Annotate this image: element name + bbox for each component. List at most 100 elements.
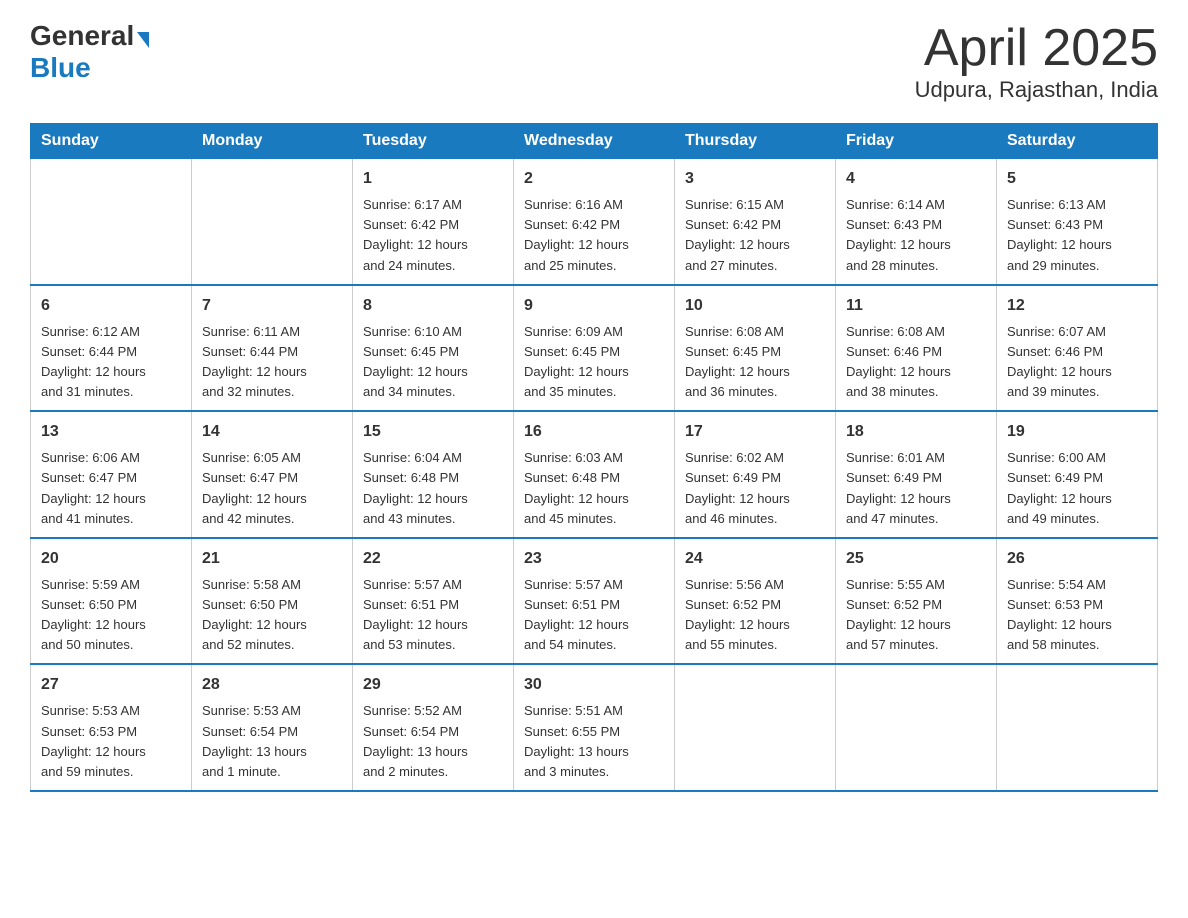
day-info: Sunrise: 6:13 AM Sunset: 6:43 PM Dayligh…: [1007, 195, 1147, 276]
column-header-wednesday: Wednesday: [514, 124, 675, 159]
calendar-cell: 3 Sunrise: 6:15 AM Sunset: 6:42 PM Daylig…: [675, 159, 836, 285]
day-number: 16: [524, 420, 664, 444]
column-header-sunday: Sunday: [31, 124, 192, 159]
header-row: SundayMondayTuesdayWednesdayThursdayFrid…: [31, 124, 1158, 159]
calendar-cell: 27 Sunrise: 5:53 AM Sunset: 6:53 PM Dayli…: [31, 664, 192, 791]
day-info: Sunrise: 5:59 AM Sunset: 6:50 PM Dayligh…: [41, 575, 181, 656]
logo: General Blue: [30, 20, 149, 84]
calendar-cell: [836, 664, 997, 791]
calendar-cell: 13Sunrise: 6:06 AM Sunset: 6:47 PM Dayli…: [31, 411, 192, 538]
logo-arrow-icon: [137, 32, 149, 48]
day-info: Sunrise: 6:04 AM Sunset: 6:48 PM Dayligh…: [363, 448, 503, 529]
day-number: 29: [363, 673, 503, 697]
calendar-week-1: 1 Sunrise: 6:17 AM Sunset: 6:42 PM Daylig…: [31, 159, 1158, 285]
calendar-cell: 4 Sunrise: 6:14 AM Sunset: 6:43 PM Daylig…: [836, 159, 997, 285]
day-info: Sunrise: 6:01 AM Sunset: 6:49 PM Dayligh…: [846, 448, 986, 529]
calendar-cell: 21Sunrise: 5:58 AM Sunset: 6:50 PM Dayli…: [192, 538, 353, 665]
calendar-title: April 2025: [915, 20, 1158, 77]
day-info: Sunrise: 6:07 AM Sunset: 6:46 PM Dayligh…: [1007, 322, 1147, 403]
calendar-cell: 9 Sunrise: 6:09 AM Sunset: 6:45 PM Daylig…: [514, 285, 675, 412]
day-info: Sunrise: 5:53 AM Sunset: 6:54 PM Dayligh…: [202, 701, 342, 782]
column-header-friday: Friday: [836, 124, 997, 159]
day-number: 30: [524, 673, 664, 697]
calendar-body: 1 Sunrise: 6:17 AM Sunset: 6:42 PM Daylig…: [31, 159, 1158, 791]
day-number: 23: [524, 547, 664, 571]
calendar-cell: [675, 664, 836, 791]
day-info: Sunrise: 5:57 AM Sunset: 6:51 PM Dayligh…: [524, 575, 664, 656]
calendar-subtitle: Udpura, Rajasthan, India: [915, 77, 1158, 103]
calendar-cell: 22 Sunrise: 5:57 AM Sunset: 6:51 PM Dayli…: [353, 538, 514, 665]
calendar-cell: 1 Sunrise: 6:17 AM Sunset: 6:42 PM Daylig…: [353, 159, 514, 285]
day-info: Sunrise: 6:03 AM Sunset: 6:48 PM Dayligh…: [524, 448, 664, 529]
calendar-week-4: 20 Sunrise: 5:59 AM Sunset: 6:50 PM Dayli…: [31, 538, 1158, 665]
day-info: Sunrise: 5:56 AM Sunset: 6:52 PM Dayligh…: [685, 575, 825, 656]
day-number: 20: [41, 547, 181, 571]
day-number: 3: [685, 167, 825, 191]
calendar-cell: 8 Sunrise: 6:10 AM Sunset: 6:45 PM Daylig…: [353, 285, 514, 412]
calendar-cell: 30Sunrise: 5:51 AM Sunset: 6:55 PM Dayli…: [514, 664, 675, 791]
calendar-cell: 15 Sunrise: 6:04 AM Sunset: 6:48 PM Dayli…: [353, 411, 514, 538]
day-number: 25: [846, 547, 986, 571]
day-info: Sunrise: 6:08 AM Sunset: 6:46 PM Dayligh…: [846, 322, 986, 403]
day-info: Sunrise: 6:10 AM Sunset: 6:45 PM Dayligh…: [363, 322, 503, 403]
day-number: 10: [685, 294, 825, 318]
day-number: 2: [524, 167, 664, 191]
column-header-thursday: Thursday: [675, 124, 836, 159]
page-header: General Blue April 2025 Udpura, Rajastha…: [30, 20, 1158, 103]
calendar-cell: 17Sunrise: 6:02 AM Sunset: 6:49 PM Dayli…: [675, 411, 836, 538]
calendar-cell: 6 Sunrise: 6:12 AM Sunset: 6:44 PM Daylig…: [31, 285, 192, 412]
calendar-cell: 19Sunrise: 6:00 AM Sunset: 6:49 PM Dayli…: [997, 411, 1158, 538]
day-info: Sunrise: 5:52 AM Sunset: 6:54 PM Dayligh…: [363, 701, 503, 782]
day-info: Sunrise: 6:17 AM Sunset: 6:42 PM Dayligh…: [363, 195, 503, 276]
day-number: 27: [41, 673, 181, 697]
calendar-cell: 24 Sunrise: 5:56 AM Sunset: 6:52 PM Dayli…: [675, 538, 836, 665]
day-info: Sunrise: 6:14 AM Sunset: 6:43 PM Dayligh…: [846, 195, 986, 276]
calendar-cell: 12 Sunrise: 6:07 AM Sunset: 6:46 PM Dayli…: [997, 285, 1158, 412]
calendar-week-5: 27 Sunrise: 5:53 AM Sunset: 6:53 PM Dayli…: [31, 664, 1158, 791]
day-number: 5: [1007, 167, 1147, 191]
day-info: Sunrise: 6:15 AM Sunset: 6:42 PM Dayligh…: [685, 195, 825, 276]
day-number: 12: [1007, 294, 1147, 318]
calendar-cell: 23 Sunrise: 5:57 AM Sunset: 6:51 PM Dayli…: [514, 538, 675, 665]
calendar-week-3: 13Sunrise: 6:06 AM Sunset: 6:47 PM Dayli…: [31, 411, 1158, 538]
day-number: 28: [202, 673, 342, 697]
calendar-table: SundayMondayTuesdayWednesdayThursdayFrid…: [30, 123, 1158, 792]
calendar-cell: 5 Sunrise: 6:13 AM Sunset: 6:43 PM Daylig…: [997, 159, 1158, 285]
day-number: 17: [685, 420, 825, 444]
day-number: 24: [685, 547, 825, 571]
day-number: 19: [1007, 420, 1147, 444]
day-info: Sunrise: 6:12 AM Sunset: 6:44 PM Dayligh…: [41, 322, 181, 403]
day-number: 1: [363, 167, 503, 191]
calendar-cell: 25Sunrise: 5:55 AM Sunset: 6:52 PM Dayli…: [836, 538, 997, 665]
day-info: Sunrise: 5:53 AM Sunset: 6:53 PM Dayligh…: [41, 701, 181, 782]
day-number: 8: [363, 294, 503, 318]
day-number: 26: [1007, 547, 1147, 571]
logo-blue-text: Blue: [30, 52, 91, 83]
day-info: Sunrise: 6:11 AM Sunset: 6:44 PM Dayligh…: [202, 322, 342, 403]
column-header-tuesday: Tuesday: [353, 124, 514, 159]
day-number: 13: [41, 420, 181, 444]
day-info: Sunrise: 6:08 AM Sunset: 6:45 PM Dayligh…: [685, 322, 825, 403]
day-number: 7: [202, 294, 342, 318]
calendar-header: SundayMondayTuesdayWednesdayThursdayFrid…: [31, 124, 1158, 159]
day-info: Sunrise: 6:05 AM Sunset: 6:47 PM Dayligh…: [202, 448, 342, 529]
column-header-saturday: Saturday: [997, 124, 1158, 159]
day-number: 15: [363, 420, 503, 444]
calendar-cell: 29 Sunrise: 5:52 AM Sunset: 6:54 PM Dayli…: [353, 664, 514, 791]
day-info: Sunrise: 5:54 AM Sunset: 6:53 PM Dayligh…: [1007, 575, 1147, 656]
day-info: Sunrise: 6:09 AM Sunset: 6:45 PM Dayligh…: [524, 322, 664, 403]
day-number: 4: [846, 167, 986, 191]
day-number: 22: [363, 547, 503, 571]
day-number: 9: [524, 294, 664, 318]
logo-general-text: General: [30, 20, 134, 52]
day-info: Sunrise: 5:57 AM Sunset: 6:51 PM Dayligh…: [363, 575, 503, 656]
calendar-cell: [31, 159, 192, 285]
calendar-cell: [192, 159, 353, 285]
day-number: 21: [202, 547, 342, 571]
calendar-week-2: 6 Sunrise: 6:12 AM Sunset: 6:44 PM Daylig…: [31, 285, 1158, 412]
calendar-cell: 11Sunrise: 6:08 AM Sunset: 6:46 PM Dayli…: [836, 285, 997, 412]
calendar-cell: 26 Sunrise: 5:54 AM Sunset: 6:53 PM Dayli…: [997, 538, 1158, 665]
day-number: 6: [41, 294, 181, 318]
calendar-cell: 18Sunrise: 6:01 AM Sunset: 6:49 PM Dayli…: [836, 411, 997, 538]
calendar-cell: 28 Sunrise: 5:53 AM Sunset: 6:54 PM Dayli…: [192, 664, 353, 791]
